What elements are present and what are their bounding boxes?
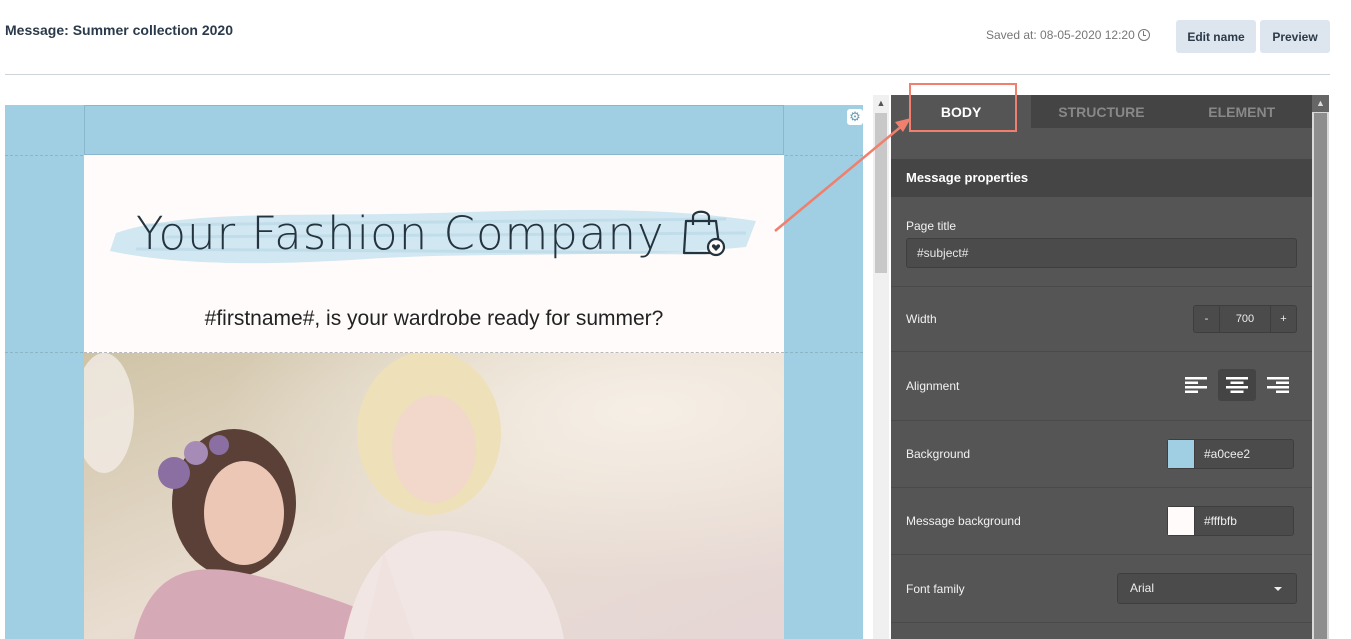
saved-status: Saved at: 08-05-2020 12:20 [986, 28, 1150, 42]
tab-structure[interactable]: STRUCTURE [1031, 95, 1171, 128]
message-background-value[interactable]: #fffbfb [1204, 514, 1237, 528]
saved-text: Saved at: 08-05-2020 12:20 [986, 28, 1135, 42]
divider [891, 420, 1312, 421]
header-block[interactable]: Your Fashion Company #firstname#, is you… [84, 155, 784, 353]
align-center-icon[interactable] [1218, 369, 1256, 401]
headline-text: #firstname#, is your wardrobe ready for … [204, 307, 664, 330]
background-color-swatch[interactable] [1168, 440, 1195, 468]
align-left-icon[interactable] [1177, 369, 1215, 401]
background-color-value[interactable]: #a0cee2 [1204, 447, 1250, 461]
divider [891, 622, 1312, 623]
font-family-value: Arial [1130, 581, 1155, 595]
spacer-block[interactable]: ⚙ [84, 105, 863, 155]
divider [891, 351, 1312, 352]
width-label: Width [906, 312, 937, 326]
section-title: Message properties [891, 159, 1312, 197]
divider [891, 487, 1312, 488]
scroll-up-icon[interactable]: ▲ [873, 95, 889, 111]
clock-icon [1137, 29, 1150, 41]
background-label: Background [906, 447, 971, 461]
width-increment-button[interactable]: + [1271, 306, 1296, 332]
scroll-up-icon[interactable]: ▲ [1312, 95, 1329, 112]
edit-name-button[interactable]: Edit name [1176, 20, 1256, 53]
tab-element[interactable]: ELEMENT [1172, 95, 1312, 128]
hero-image[interactable] [84, 353, 784, 639]
logo-text: Your Fashion Company [136, 207, 665, 260]
alignment-label: Alignment [906, 379, 960, 393]
divider [891, 554, 1312, 555]
message-background-label: Message background [906, 514, 1021, 528]
width-decrement-button[interactable]: - [1194, 306, 1219, 332]
header-divider [5, 74, 1330, 75]
canvas-scrollbar[interactable]: ▲ [873, 95, 889, 639]
font-family-select[interactable]: Arial [1117, 573, 1297, 604]
email-editor: Message: Summer collection 2020 Saved at… [0, 0, 1351, 639]
properties-panel: BODY STRUCTURE ELEMENT Message propertie… [891, 95, 1312, 639]
message-background-swatch[interactable] [1168, 507, 1195, 535]
align-right-icon[interactable] [1259, 369, 1297, 401]
scrollbar-thumb[interactable] [1314, 113, 1327, 639]
width-value[interactable]: 700 [1219, 306, 1271, 332]
font-family-label: Font family [906, 582, 965, 596]
scrollbar-thumb[interactable] [875, 113, 887, 273]
preview-button[interactable]: Preview [1260, 20, 1330, 53]
page-title-input[interactable]: #subject# [906, 238, 1297, 268]
message-background-color-field[interactable]: #fffbfb [1167, 506, 1294, 536]
page-title: Message: Summer collection 2020 [5, 22, 233, 38]
width-stepper[interactable]: - 700 + [1193, 305, 1297, 333]
annotation-highlight-box [909, 83, 1017, 132]
email-canvas[interactable]: ⚙ Your Fashion Company #firstname#, is y… [5, 105, 863, 639]
page-title-label: Page title [906, 219, 957, 233]
shopping-bag-icon [682, 210, 726, 257]
gear-icon[interactable]: ⚙ [847, 109, 863, 125]
panel-scrollbar[interactable]: ▲ [1312, 95, 1329, 639]
chevron-down-icon [1274, 587, 1282, 591]
background-color-field[interactable]: #a0cee2 [1167, 439, 1294, 469]
divider [891, 286, 1312, 287]
